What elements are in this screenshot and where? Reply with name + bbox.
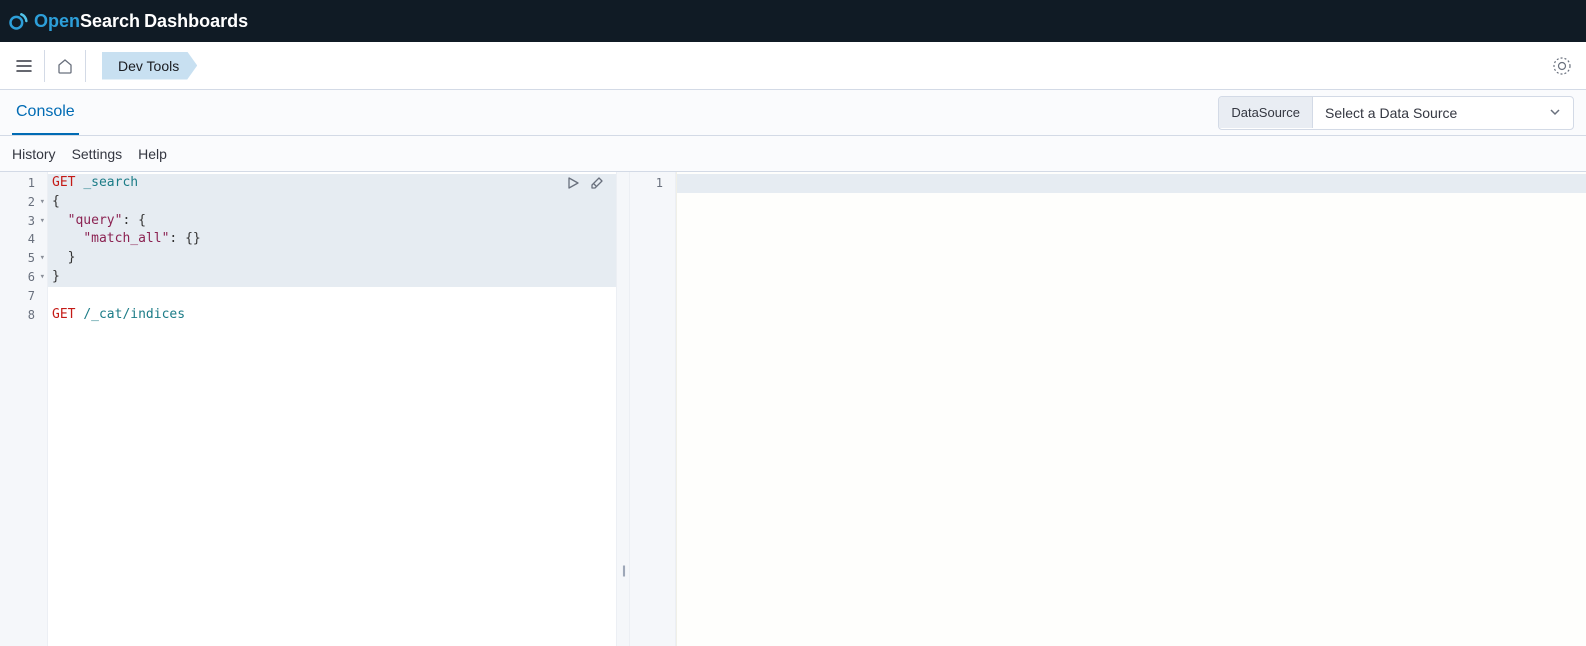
datasource-select[interactable]: Select a Data Source	[1313, 97, 1573, 129]
datasource-picker: DataSource Select a Data Source	[1218, 96, 1574, 130]
gutter-line: 5	[0, 249, 47, 268]
gutter-line: 1	[630, 174, 675, 193]
request-actions	[564, 174, 606, 192]
brand-logo[interactable]: OpenSearch Dashboards	[8, 11, 248, 32]
tab-console[interactable]: Console	[12, 91, 79, 135]
opensearch-logo-icon	[8, 11, 28, 31]
editor-area: 12345678 GET _search{ "query": { "match_…	[0, 172, 1586, 646]
response-viewer[interactable]	[676, 172, 1586, 646]
help-link[interactable]: Help	[138, 146, 167, 162]
sub-header: Console DataSource Select a Data Source	[0, 90, 1586, 136]
code-line[interactable]: "query": {	[48, 212, 616, 231]
request-pane: 12345678 GET _search{ "query": { "match_…	[0, 172, 616, 646]
chevron-down-icon	[1549, 105, 1561, 121]
gutter-line: 2	[0, 193, 47, 212]
help-menu-button[interactable]	[1546, 50, 1578, 82]
breadcrumb-bar: Dev Tools	[0, 42, 1586, 90]
code-line[interactable]	[48, 287, 616, 306]
logo-dashboards: Dashboards	[144, 11, 248, 32]
divider	[44, 50, 45, 82]
breadcrumb-devtools[interactable]: Dev Tools	[102, 52, 197, 80]
history-link[interactable]: History	[12, 146, 56, 162]
gutter-line: 4	[0, 230, 47, 249]
splitter-handle-icon: ||	[622, 563, 624, 577]
datasource-label: DataSource	[1219, 97, 1313, 128]
gutter-line: 3	[0, 212, 47, 231]
gutter-line: 7	[0, 287, 47, 306]
top-bar: OpenSearch Dashboards	[0, 0, 1586, 42]
code-line[interactable]: "match_all": {}	[48, 230, 616, 249]
home-button[interactable]	[49, 50, 81, 82]
datasource-value: Select a Data Source	[1325, 105, 1457, 121]
response-pane: 1	[630, 172, 1586, 646]
brand-text: OpenSearch Dashboards	[34, 11, 248, 32]
gutter-line: 1	[0, 174, 47, 193]
gutter-line: 8	[0, 306, 47, 325]
settings-link[interactable]: Settings	[72, 146, 123, 162]
gutter-line: 6	[0, 268, 47, 287]
logo-search: Search	[80, 11, 140, 32]
code-line[interactable]: }	[48, 249, 616, 268]
request-options-button[interactable]	[588, 174, 606, 192]
nav-toggle-button[interactable]	[8, 50, 40, 82]
code-line[interactable]: {	[48, 193, 616, 212]
divider	[85, 50, 86, 82]
send-request-button[interactable]	[564, 174, 582, 192]
request-editor[interactable]: GET _search{ "query": { "match_all": {} …	[48, 172, 616, 646]
output-line	[677, 174, 1586, 193]
console-toolbar: History Settings Help	[0, 136, 1586, 172]
code-line[interactable]: GET /_cat/indices	[48, 306, 616, 325]
code-line[interactable]: }	[48, 268, 616, 287]
logo-open: Open	[34, 11, 80, 32]
code-line[interactable]: GET _search	[48, 174, 616, 193]
pane-splitter[interactable]: ||	[616, 172, 630, 646]
request-gutter: 12345678	[0, 172, 48, 646]
response-gutter: 1	[630, 172, 676, 646]
